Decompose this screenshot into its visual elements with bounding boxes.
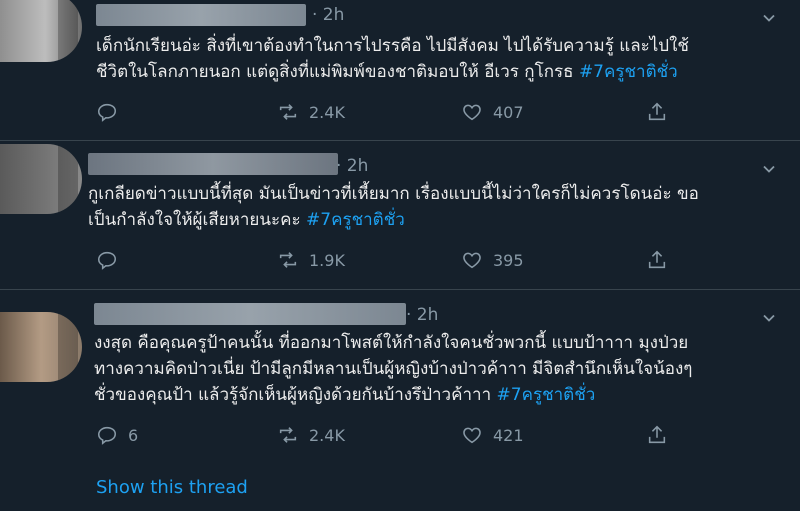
heart-icon [463,252,481,269]
like-button[interactable]: 421 [461,424,524,446]
tweet-actions: 2.4K 407 [96,101,696,127]
chevron-down-icon[interactable] [762,10,776,24]
reply-icon [97,103,117,122]
reply-count: 6 [128,425,139,445]
share-icon [648,425,666,444]
share-button[interactable] [646,249,678,271]
tweet-text: เด็กนักเรียนอ่ะ สิ่งที่เขาต้องทำในการไปร… [96,33,689,85]
tweet-text: กูเกลียดข่าวแบบนี้ที่สุด มันเป็นข่าวที่เ… [88,181,699,233]
tweet-line: กูเกลียดข่าวแบบนี้ที่สุด มันเป็นข่าวที่เ… [88,184,699,204]
hashtag-link[interactable]: #7ครูชาติชั่ว [306,210,405,230]
like-count: 407 [493,102,524,122]
share-button[interactable] [646,101,678,123]
show-thread-link[interactable]: Show this thread [96,477,248,498]
tweet-line: งงสุด คือคุณครูป้าคนนั้น ที่ออกมาโพสต์ให… [94,333,689,353]
avatar[interactable] [0,312,82,382]
author-name-redacted[interactable] [96,4,306,26]
chevron-down-icon[interactable] [762,310,776,324]
reply-button[interactable] [96,101,128,123]
tweet-3[interactable]: · 2h งงสุด คือคุณครูป้าคนนั้น ที่ออกมาโพ… [0,290,800,460]
avatar[interactable] [0,0,82,62]
heart-icon [463,427,481,444]
heart-icon [463,104,481,121]
hashtag-link[interactable]: #7ครูชาติชั่ว [579,62,678,82]
like-button[interactable]: 407 [461,101,524,123]
reply-button[interactable] [96,249,128,271]
timestamp[interactable]: · 2h [312,5,344,25]
share-icon [648,250,666,269]
timestamp[interactable]: · 2h [406,305,438,325]
like-button[interactable]: 395 [461,249,524,271]
tweet-actions: 1.9K 395 [96,249,696,275]
tweet-1[interactable]: · 2h เด็กนักเรียนอ่ะ สิ่งที่เขาต้องทำในก… [0,0,800,140]
reply-icon [97,426,117,445]
tweet-actions: 6 2.4K 421 [96,424,696,450]
avatar[interactable] [0,144,82,214]
retweet-count: 2.4K [309,425,345,445]
tweet-2[interactable]: · 2h กูเกลียดข่าวแบบนี้ที่สุด มันเป็นข่า… [0,141,800,271]
timestamp[interactable]: · 2h [336,156,368,176]
reply-icon [97,251,117,270]
tweet-text: งงสุด คือคุณครูป้าคนนั้น ที่ออกมาโพสต์ให… [94,330,692,408]
like-count: 395 [493,250,524,270]
retweet-icon [279,252,297,268]
retweet-icon [279,427,297,443]
retweet-button[interactable]: 2.4K [277,101,345,123]
share-button[interactable] [646,424,678,446]
hashtag-link[interactable]: #7ครูชาติชั่ว [497,385,596,405]
retweet-count: 1.9K [309,250,345,270]
tweet-line: เป็นกำลังใจให้ผู้เสียหายนะคะ [88,210,301,230]
author-name-redacted[interactable] [88,153,338,175]
tweet-line: ชีวิตในโลกภายนอก แต่ดูสิ่งที่แม่พิมพ์ของ… [96,62,574,82]
share-icon [648,102,666,121]
reply-button[interactable]: 6 [96,424,138,446]
retweet-count: 2.4K [309,102,345,122]
tweet-line: ชั่วของคุณป้า แล้วรู้จักเห็นผู้หญิงด้วยก… [94,385,492,405]
chevron-down-icon[interactable] [762,161,776,175]
retweet-icon [279,104,297,120]
retweet-button[interactable]: 1.9K [277,249,345,271]
retweet-button[interactable]: 2.4K [277,424,345,446]
tweet-line: เด็กนักเรียนอ่ะ สิ่งที่เขาต้องทำในการไปร… [96,36,689,56]
author-name-redacted[interactable] [94,303,406,325]
tweet-line: ทางความคิดป่าวเนี่ย ป้ามีลูกมีหลานเป็นผู… [94,359,693,379]
like-count: 421 [493,425,524,445]
